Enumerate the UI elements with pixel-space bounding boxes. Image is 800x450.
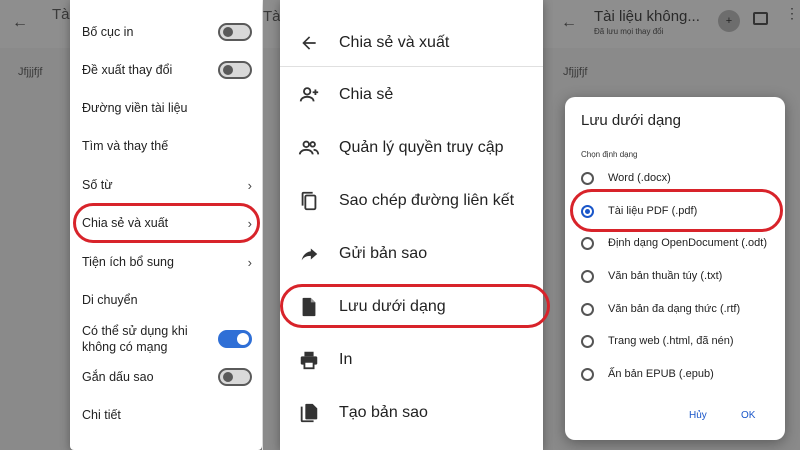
save-as-dialog: Lưu dưới dạng Chọn định dạng Word (.docx… — [565, 97, 785, 440]
menu-item-suggest-changes[interactable]: Đề xuất thay đổi — [82, 58, 252, 82]
radio-button[interactable] — [581, 236, 594, 250]
copy-icon — [298, 190, 320, 212]
menu-item-star[interactable]: Gắn dấu sao — [82, 365, 252, 389]
menu-item-make-copy[interactable]: Tạo bản sao — [298, 398, 535, 428]
menu-item-find-replace[interactable]: Tìm và thay thế — [82, 134, 252, 158]
menu-title: Chia sẻ và xuất — [339, 34, 450, 51]
file-copy-icon — [298, 402, 320, 424]
print-layout-toggle[interactable] — [218, 23, 252, 41]
format-option-epub[interactable]: Ấn bản EPUB (.epub) — [581, 366, 777, 382]
person-add-icon — [298, 84, 320, 106]
radio-button[interactable] — [581, 171, 594, 185]
menu-item-document-outline[interactable]: Đường viền tài liệu — [82, 96, 252, 120]
format-option-pdf[interactable]: Tài liệu PDF (.pdf) — [581, 203, 777, 219]
cancel-button[interactable]: Hủy — [689, 410, 707, 421]
share-export-menu: Chia sẻ và xuất Chia sẻ Quản lý quyền tr… — [280, 0, 543, 450]
option-label: Trang web (.html, đã nén) — [608, 335, 734, 347]
menu-item-label: Chia sẻ và xuất — [82, 216, 169, 230]
doc-body-text: Jfjjjfjf — [563, 66, 588, 78]
ok-button[interactable]: OK — [741, 410, 755, 421]
more-vert-icon[interactable]: ⋮ — [785, 6, 799, 28]
file-icon — [298, 296, 320, 318]
menu-item-label: Gắn dấu sao — [82, 370, 154, 384]
overflow-menu: Bố cục in Đề xuất thay đổi Đường viền tà… — [70, 0, 262, 450]
print-icon — [298, 349, 320, 371]
section-label: Chọn định dạng — [581, 150, 638, 159]
menu-item-label: Chi tiết — [82, 408, 121, 422]
chevron-right-icon: › — [247, 177, 252, 193]
chevron-right-icon: › — [247, 254, 252, 270]
suggest-changes-toggle[interactable] — [218, 61, 252, 79]
menu-item-label: Lưu dưới dạng — [339, 298, 446, 315]
menu-item-move[interactable]: Di chuyển — [82, 288, 252, 312]
radio-button[interactable] — [581, 367, 594, 381]
send-icon — [298, 243, 320, 265]
menu-item-label: Tìm và thay thế — [82, 139, 169, 153]
radio-button-selected[interactable] — [581, 204, 594, 218]
menu-item-label: Bố cục in — [82, 25, 134, 39]
menu-item-copy-link[interactable]: Sao chép đường liên kết — [298, 186, 535, 216]
menu-item-available-offline[interactable]: Có thể sử dụng khi không có mạng — [82, 322, 252, 356]
radio-button[interactable] — [581, 302, 594, 316]
divider — [280, 66, 543, 67]
dialog-title: Lưu dưới dạng — [581, 112, 681, 129]
people-icon — [298, 137, 320, 159]
menu-item-save-as[interactable]: Lưu dưới dạng — [298, 292, 535, 322]
arrow-back-icon[interactable] — [298, 32, 320, 54]
menu-header: Chia sẻ và xuất — [298, 28, 535, 58]
star-toggle[interactable] — [218, 368, 252, 386]
menu-item-label: Đường viền tài liệu — [82, 101, 188, 115]
menu-item-label: Sao chép đường liên kết — [339, 192, 515, 209]
menu-item-label: Di chuyển — [82, 293, 138, 307]
radio-button[interactable] — [581, 334, 594, 348]
menu-item-add-ons[interactable]: Tiện ích bổ sung › — [82, 250, 252, 274]
menu-item-print-layout[interactable]: Bố cục in — [82, 20, 252, 44]
option-label: Tài liệu PDF (.pdf) — [608, 205, 698, 217]
menu-item-label: Có thể sử dụng khi không có mạng — [82, 324, 188, 354]
option-label: Word (.docx) — [608, 172, 671, 184]
format-option-docx[interactable]: Word (.docx) — [581, 170, 777, 186]
menu-item-details[interactable]: Chi tiết — [82, 403, 252, 427]
menu-item-word-count[interactable]: Số từ › — [82, 173, 252, 197]
format-option-rtf[interactable]: Văn bản đa dạng thức (.rtf) — [581, 301, 777, 317]
option-label: Văn bản đa dạng thức (.rtf) — [608, 303, 741, 315]
comment-icon[interactable] — [753, 12, 768, 25]
menu-item-label: Đề xuất thay đổi — [82, 63, 173, 77]
format-option-txt[interactable]: Văn bản thuần túy (.txt) — [581, 268, 777, 284]
person-add-icon[interactable]: + — [718, 10, 740, 32]
back-arrow-icon[interactable]: ← — [561, 14, 577, 32]
doc-subtitle: Đã lưu mọi thay đổi — [594, 27, 664, 36]
menu-item-print[interactable]: In — [298, 345, 535, 375]
menu-item-send-copy[interactable]: Gửi bản sao — [298, 239, 535, 269]
menu-item-label: Quản lý quyền truy cập — [339, 139, 504, 156]
option-label: Văn bản thuần túy (.txt) — [608, 270, 723, 282]
menu-item-label: Tiện ích bổ sung — [82, 255, 174, 269]
radio-button[interactable] — [581, 269, 594, 283]
menu-item-label: Tạo bản sao — [339, 404, 428, 421]
option-label: Định dạng OpenDocument (.odt) — [608, 237, 767, 249]
menu-item-label: Gửi bản sao — [339, 245, 428, 262]
format-option-odt[interactable]: Định dạng OpenDocument (.odt) — [581, 235, 777, 251]
menu-item-share-export[interactable]: Chia sẻ và xuất › — [82, 211, 252, 235]
format-option-html[interactable]: Trang web (.html, đã nén) — [581, 333, 777, 349]
doc-title: Tài liệu không... — [594, 8, 700, 25]
option-label: Ấn bản EPUB (.epub) — [608, 368, 714, 380]
back-arrow-icon[interactable]: ← — [12, 14, 28, 32]
chevron-right-icon: › — [247, 215, 252, 231]
menu-item-label: Chia sẻ — [339, 86, 394, 103]
offline-toggle[interactable] — [218, 330, 252, 348]
menu-item-share[interactable]: Chia sẻ — [298, 80, 535, 110]
menu-item-label: In — [339, 351, 353, 368]
doc-body-text: Jfjjjfjf — [18, 66, 43, 78]
menu-item-label: Số từ — [82, 178, 113, 192]
menu-item-manage-access[interactable]: Quản lý quyền truy cập — [298, 133, 535, 163]
